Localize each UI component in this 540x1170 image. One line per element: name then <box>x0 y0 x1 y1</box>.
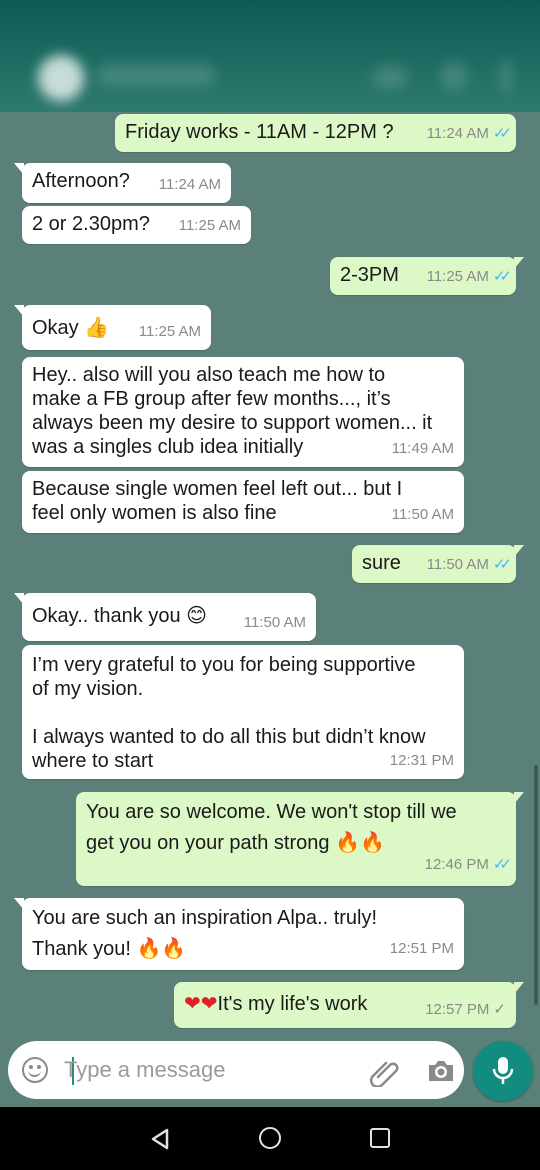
contact-name-blurred[interactable] <box>96 64 216 86</box>
message-time: 11:50 AM <box>426 556 489 573</box>
message-incoming[interactable]: Because single women feel left out... bu… <box>22 471 464 533</box>
message-line: of my vision. <box>32 678 144 700</box>
message-text: Okay <box>32 317 79 339</box>
fire-icon: 🔥🔥 <box>136 936 187 960</box>
message-time: 11:50 AM <box>243 614 306 631</box>
message-text: 2 or 2.30pm? <box>32 213 150 235</box>
fire-icon: 🔥🔥 <box>335 830 385 854</box>
message-time: 11:25 AM <box>426 268 489 285</box>
message-incoming[interactable]: Hey.. also will you also teach me how to… <box>22 357 464 467</box>
message-text: It's my life's work <box>217 993 368 1015</box>
message-time: 12:31 PM <box>389 752 454 769</box>
message-time: 12:51 PM <box>389 940 454 957</box>
message-incoming[interactable]: 2 or 2.30pm? 11:25 AM <box>22 206 251 244</box>
smiling-face-icon: 😊 <box>186 603 208 627</box>
read-receipt-icon: ✓✓ <box>492 268 512 285</box>
read-receipt-icon: ✓✓ <box>492 856 512 873</box>
message-line: was a singles club idea initially <box>32 436 304 458</box>
message-text: Friday works - 11AM - 12PM ? <box>125 121 394 143</box>
message-incoming[interactable]: Afternoon? 11:24 AM <box>14 163 231 203</box>
message-composer <box>8 1041 464 1099</box>
message-time: 11:25 AM <box>138 323 201 340</box>
message-incoming[interactable]: Okay.. thank you 😊 11:50 AM <box>14 593 316 641</box>
message-time: 11:25 AM <box>178 217 241 234</box>
message-incoming[interactable]: I’m very grateful to you for being suppo… <box>22 645 464 779</box>
back-triangle-icon[interactable] <box>148 1127 172 1151</box>
more-options-icon[interactable] <box>500 60 512 92</box>
message-incoming[interactable]: You are such an inspiration Alpa.. truly… <box>14 898 464 970</box>
delivered-receipt-icon: ✓ <box>493 1001 506 1018</box>
message-time: 11:24 AM <box>426 125 489 142</box>
message-time: 11:24 AM <box>158 176 221 193</box>
paperclip-icon[interactable] <box>368 1055 400 1087</box>
message-outgoing[interactable]: 2-3PM 11:25 AM ✓✓ <box>330 257 524 295</box>
message-line: You are such an inspiration Alpa.. truly… <box>32 907 378 929</box>
microphone-icon <box>492 1057 514 1084</box>
message-line: I’m very grateful to you for being suppo… <box>32 654 416 676</box>
message-outgoing[interactable]: Friday works - 11AM - 12PM ? 11:24 AM ✓✓ <box>115 114 516 152</box>
microphone-button[interactable] <box>473 1041 533 1101</box>
message-line: always been my desire to support women..… <box>32 412 433 434</box>
system-navigation-bar <box>0 1107 540 1170</box>
voice-call-icon[interactable] <box>440 62 468 90</box>
message-list: Friday works - 11AM - 12PM ? 11:24 AM ✓✓ … <box>0 112 540 1032</box>
red-heart-icon: ❤❤ <box>184 991 218 1015</box>
message-line <box>32 701 454 725</box>
message-line: make a FB group after few months..., it’… <box>32 388 391 410</box>
message-outgoing[interactable]: ❤❤It's my life's work 12:57 PM ✓ <box>174 982 524 1028</box>
video-call-icon[interactable] <box>372 66 408 88</box>
message-line: get you on your path strong <box>86 832 330 854</box>
camera-icon[interactable] <box>426 1057 456 1085</box>
message-time: 11:49 AM <box>391 440 454 457</box>
message-line: You are so welcome. We won't stop till w… <box>86 801 457 823</box>
read-receipt-icon: ✓✓ <box>492 125 512 142</box>
message-line: Because single women feel left out... bu… <box>32 478 403 500</box>
message-input[interactable] <box>64 1055 354 1085</box>
message-line: Hey.. also will you also teach me how to <box>32 364 386 386</box>
home-circle-icon[interactable] <box>259 1127 281 1149</box>
smiley-icon[interactable] <box>22 1057 48 1083</box>
read-receipt-icon: ✓✓ <box>492 556 512 573</box>
chat-scrollbar[interactable] <box>534 765 538 1005</box>
message-text: 2-3PM <box>340 264 399 286</box>
message-outgoing[interactable]: sure 11:50 AM ✓✓ <box>352 545 524 583</box>
contact-avatar[interactable] <box>38 55 84 101</box>
message-time: 12:46 PM <box>424 856 489 873</box>
message-line: Thank you! <box>32 938 131 960</box>
chat-header <box>0 0 540 112</box>
message-text: Afternoon? <box>32 170 130 192</box>
message-time: 11:50 AM <box>391 506 454 523</box>
message-incoming[interactable]: Okay 👍 11:25 AM <box>14 305 211 350</box>
thumbs-up-icon: 👍 <box>84 315 110 339</box>
recents-square-icon[interactable] <box>370 1128 390 1148</box>
message-text: sure <box>362 552 401 574</box>
message-outgoing[interactable]: You are so welcome. We won't stop till w… <box>76 792 524 886</box>
message-time: 12:57 PM <box>425 1001 490 1018</box>
message-text: Okay.. thank you <box>32 605 181 627</box>
message-line: I always wanted to do all this but didn’… <box>32 726 426 748</box>
message-line: feel only women is also fine <box>32 502 277 524</box>
